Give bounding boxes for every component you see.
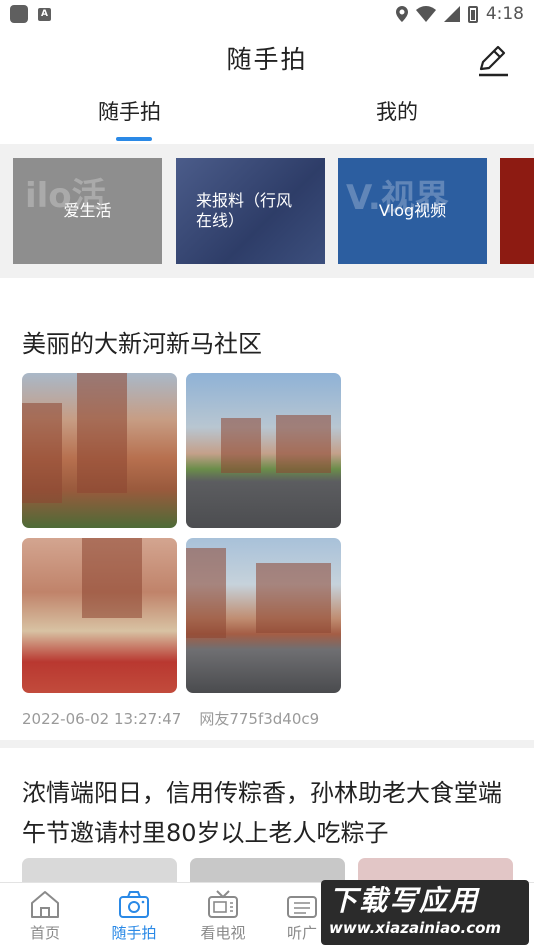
photo-building	[77, 373, 127, 493]
tab-mine[interactable]: 我的	[376, 96, 418, 126]
tab-suishoupai[interactable]: 随手拍	[98, 96, 161, 126]
watermark-url: www.xiazainiao.com	[329, 919, 502, 937]
photo-building	[22, 403, 62, 503]
post-author: 网友775f3d40c9	[199, 710, 320, 728]
watermark-main-text: 下载写应用	[329, 884, 480, 917]
nav-label: 看电视	[200, 924, 246, 942]
photo-building	[186, 548, 226, 638]
status-time: 4:18	[485, 4, 524, 24]
post-divider	[0, 740, 534, 748]
location-icon	[395, 6, 408, 22]
post-photo[interactable]	[22, 538, 177, 693]
nav-tv[interactable]: 看电视	[188, 889, 258, 943]
photo-building	[276, 415, 331, 473]
photo-building	[221, 418, 261, 473]
banner-label: 来报料（行风在线）	[196, 191, 293, 230]
tv-icon	[208, 890, 238, 918]
post-meta: 2022-06-02 13:27:47 网友775f3d40c9	[22, 708, 319, 729]
status-bar: A 4:18	[0, 0, 534, 28]
tab-bar: 随手拍 我的	[0, 96, 534, 142]
app-notification-icon	[10, 5, 28, 23]
pencil-icon	[479, 45, 508, 77]
banner-partial[interactable]	[500, 158, 534, 264]
post-timestamp: 2022-06-02 13:27:47	[22, 710, 182, 728]
post-title[interactable]: 浓情端阳日，信用传粽香，孙林助老大食堂端午节邀请村里80岁以上老人吃粽子	[22, 773, 512, 853]
post-photo[interactable]	[186, 373, 341, 528]
nav-home[interactable]: 首页	[10, 889, 80, 943]
watermark-logo: 下载写应用 www.xiazainiao.com	[321, 880, 529, 945]
edit-button[interactable]	[472, 40, 512, 80]
status-right: 4:18	[395, 4, 524, 24]
post-photo[interactable]	[186, 538, 341, 693]
banner-ai-shenghuo[interactable]: ilo活 爱生活	[13, 158, 162, 264]
banner-vlog[interactable]: V.视界 Vlog视频	[338, 158, 487, 264]
banner-label: Vlog视频	[378, 201, 447, 220]
post-photo[interactable]	[22, 373, 177, 528]
active-tab-indicator	[116, 137, 152, 141]
nav-label: 随手拍	[111, 924, 157, 942]
radio-icon	[287, 896, 317, 918]
nav-suishoupai[interactable]: 随手拍	[99, 889, 169, 943]
photo-building	[82, 538, 142, 618]
banner-label: 爱生活	[63, 201, 112, 220]
page-title: 随手拍	[226, 45, 308, 74]
status-left: A	[10, 5, 51, 23]
title-bar: 随手拍	[0, 38, 534, 82]
photo-building	[256, 563, 331, 633]
battery-icon	[467, 5, 478, 23]
banner-baoliao[interactable]: 来报料（行风在线）	[176, 158, 325, 264]
a-notification-icon: A	[38, 7, 51, 21]
category-banner-strip: ilo活 爱生活 来报料（行风在线） V.视界 Vlog视频	[0, 144, 534, 278]
camera-icon	[119, 891, 149, 918]
nav-label: 听广	[286, 924, 317, 942]
nav-radio[interactable]: 听广	[277, 889, 327, 943]
post-title[interactable]: 美丽的大新河新马社区	[22, 324, 512, 364]
wifi-icon	[415, 6, 436, 22]
signal-icon	[443, 6, 460, 22]
nav-label: 首页	[29, 924, 60, 942]
home-icon	[31, 891, 59, 918]
